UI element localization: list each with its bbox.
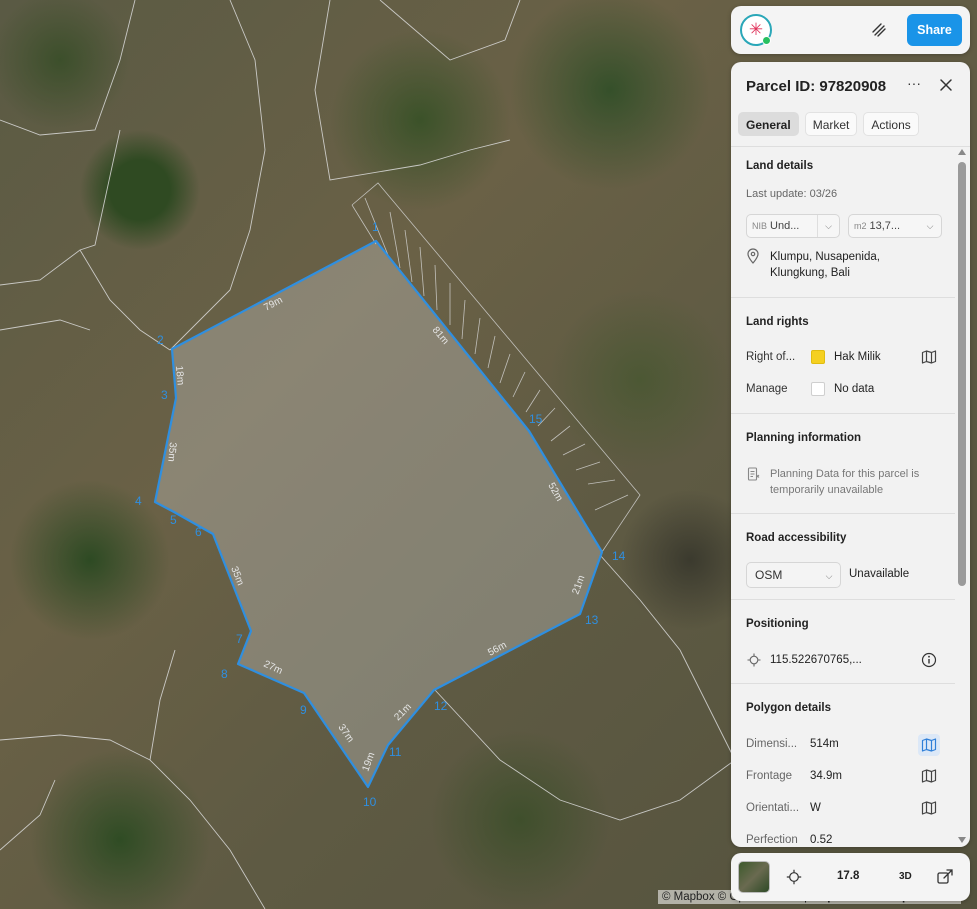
status-dot: [762, 36, 771, 45]
crosshair-icon[interactable]: [786, 869, 802, 885]
land-details-title: Land details: [746, 160, 814, 172]
dimension-value: 514m: [810, 738, 839, 750]
map-icon-glyph: [921, 738, 937, 752]
scroll-thumb[interactable]: [958, 162, 966, 586]
vertex-label: 11: [389, 745, 402, 759]
road-select-value: OSM: [755, 568, 783, 582]
panel-title: Parcel ID: 97820908: [746, 78, 887, 95]
3d-toggle[interactable]: 3D: [899, 871, 912, 882]
close-icon[interactable]: [937, 76, 955, 94]
manage-value: No data: [834, 383, 875, 395]
positioning-title: Positioning: [746, 618, 809, 630]
vertex-label: 1: [372, 220, 379, 234]
planning-title: Planning information: [746, 432, 861, 444]
parcel-panel: Parcel ID: 97820908 ··· General Market A…: [731, 62, 970, 847]
nib-prefix: NIB: [752, 221, 768, 231]
nib-value: Und...: [770, 220, 800, 232]
vertex-label: 13: [585, 613, 599, 627]
panel-content: Land details Last update: 03/26 NIB Und..…: [731, 147, 955, 847]
satellite-thumbnail[interactable]: [738, 861, 770, 893]
map-icon[interactable]: [918, 734, 940, 756]
address-line-1: Klumpu, Nusapenida,: [770, 251, 880, 263]
divider: [731, 413, 955, 414]
area-select[interactable]: m2 13,7... ⌵: [848, 214, 942, 238]
layers-icon[interactable]: [869, 20, 889, 40]
area-value: 13,7...: [869, 220, 901, 232]
right-swatch: [811, 350, 825, 364]
divider: [731, 513, 955, 514]
frontage-value: 34.9m: [810, 770, 842, 782]
vertex-label: 3: [161, 388, 168, 402]
info-icon[interactable]: [921, 652, 937, 668]
road-status: Unavailable: [849, 568, 910, 580]
right-of-label: Right of...: [746, 351, 796, 363]
vertex-label: 7: [236, 632, 243, 646]
road-title: Road accessibility: [746, 532, 847, 544]
vertex-label: 5: [170, 513, 177, 527]
dimension-label: Dimensi...: [746, 738, 798, 750]
land-rights-title: Land rights: [746, 316, 809, 328]
vertex-label: 14: [612, 549, 626, 563]
ellipsis-icon[interactable]: ···: [905, 76, 923, 94]
tab-market[interactable]: Market: [804, 112, 858, 136]
orientation-label: Orientati...: [746, 802, 800, 814]
perfection-label: Perfection: [746, 834, 798, 846]
scroll-up-icon[interactable]: [958, 149, 966, 155]
address-line-2: Klungkung, Bali: [770, 267, 850, 279]
divider: [731, 683, 955, 684]
tab-actions[interactable]: Actions: [863, 112, 919, 136]
manage-label: Manage: [746, 383, 788, 395]
vertex-label: 2: [157, 333, 164, 347]
vertex-label: 4: [135, 494, 142, 508]
vertex-label: 10: [363, 795, 377, 809]
vertex-label: 9: [300, 703, 307, 717]
panel-tabs: General Market Actions: [738, 112, 919, 136]
frontage-label: Frontage: [746, 770, 793, 782]
planning-text-1: Planning Data for this parcel is: [770, 468, 920, 480]
map-pin-icon: [747, 248, 759, 264]
vertex-label: 12: [434, 699, 448, 713]
crosshair-icon: [747, 653, 761, 667]
road-source-select[interactable]: OSM ⌵: [746, 562, 841, 588]
last-update: Last update: 03/26: [746, 188, 838, 200]
external-window-icon[interactable]: [936, 868, 954, 886]
zoom-level: 17.8: [837, 870, 860, 882]
panel-scrollbar[interactable]: [957, 148, 967, 844]
manage-swatch: [811, 382, 825, 396]
vertex-label: 15: [529, 412, 543, 426]
chevron-down-icon: ⌵: [817, 215, 839, 237]
share-button[interactable]: Share: [907, 14, 962, 46]
chevron-down-icon: ⌵: [926, 221, 934, 231]
area-prefix: m2: [854, 221, 867, 231]
divider: [731, 599, 955, 600]
map-icon[interactable]: [921, 349, 937, 365]
document-icon: [747, 467, 760, 481]
chevron-down-icon: ⌵: [825, 571, 833, 581]
vertex-label: 6: [195, 525, 202, 539]
planning-text-2: temporarily unavailable: [770, 484, 884, 496]
perfection-value: 0.52: [810, 834, 833, 846]
vertex-label: 8: [221, 667, 228, 681]
segment-label: 35m: [165, 442, 178, 462]
right-of-value: Hak Milik: [834, 351, 881, 363]
map-icon[interactable]: [921, 800, 937, 816]
scroll-down-icon[interactable]: [958, 837, 966, 843]
map-icon[interactable]: [921, 768, 937, 784]
tab-general[interactable]: General: [738, 112, 799, 136]
polygon-title: Polygon details: [746, 702, 831, 714]
coordinates[interactable]: 115.522670765,...: [770, 654, 862, 666]
nib-select[interactable]: NIB Und... ⌵: [746, 214, 840, 238]
parcel-polygon[interactable]: [153, 239, 604, 789]
orientation-value: W: [810, 802, 821, 814]
divider: [731, 297, 955, 298]
asterisk-logo-icon[interactable]: ✳: [740, 14, 772, 46]
segment-label: 18m: [173, 365, 186, 385]
top-bar: ✳ Share: [731, 6, 970, 54]
bottom-bar: 17.8 3D: [731, 853, 970, 901]
